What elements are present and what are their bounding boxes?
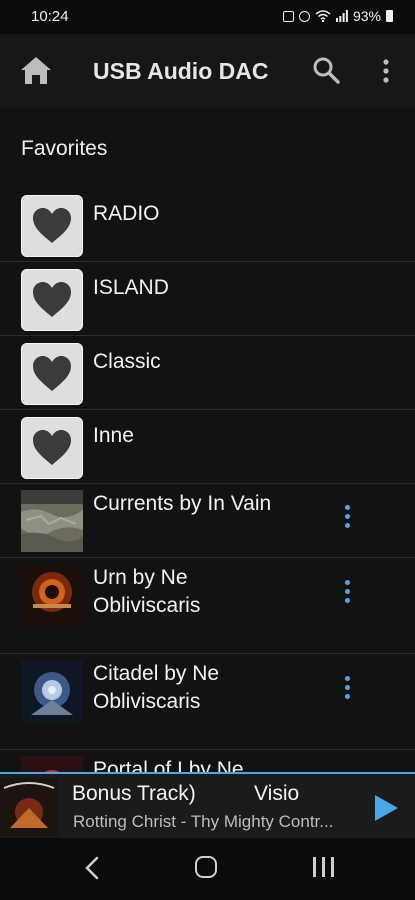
favorite-tile bbox=[21, 343, 83, 405]
app-bar: USB Audio DAC bbox=[0, 34, 415, 108]
favorite-label: RADIO bbox=[93, 202, 160, 225]
heart-icon bbox=[33, 208, 71, 243]
album-item-currents[interactable]: Currents by In Vain bbox=[0, 484, 415, 558]
more-vert-icon[interactable] bbox=[339, 505, 355, 531]
status-time: 10:24 bbox=[31, 8, 69, 25]
signal-icon bbox=[335, 10, 348, 22]
home-icon[interactable] bbox=[19, 54, 53, 88]
battery-icon bbox=[386, 10, 393, 22]
favorite-label: Classic bbox=[93, 350, 161, 373]
favorite-label: Inne bbox=[93, 424, 134, 447]
library-list: RADIO ISLAND Classic Inne Currents by In… bbox=[0, 188, 415, 846]
search-icon[interactable] bbox=[312, 56, 340, 84]
more-vert-icon[interactable] bbox=[339, 580, 355, 606]
album-title-line1: Citadel by Ne bbox=[93, 662, 220, 685]
more-vert-icon[interactable] bbox=[339, 676, 355, 702]
favorite-tile bbox=[21, 417, 83, 479]
wifi-icon bbox=[315, 10, 331, 22]
album-title: Urn by Ne Obliviscaris bbox=[93, 564, 200, 620]
home-nav-icon[interactable] bbox=[195, 856, 217, 878]
album-art-citadel bbox=[21, 660, 83, 722]
now-playing-subtitle: Rotting Christ - Thy Mighty Contr... bbox=[73, 812, 334, 831]
favorite-item-classic[interactable]: Classic bbox=[0, 336, 415, 410]
back-icon[interactable] bbox=[83, 856, 101, 880]
album-title-line1: Urn by Ne bbox=[93, 566, 188, 589]
app-title: USB Audio DAC bbox=[93, 58, 269, 84]
favorite-item-inne[interactable]: Inne bbox=[0, 410, 415, 484]
now-playing-title: Bonus Track) Visio bbox=[72, 782, 300, 805]
album-title: Currents by In Vain bbox=[93, 492, 272, 515]
system-nav-bar bbox=[0, 838, 415, 900]
section-title: Favorites bbox=[21, 137, 108, 160]
album-item-urn[interactable]: Urn by Ne Obliviscaris bbox=[0, 558, 415, 654]
album-title-line2: Obliviscaris bbox=[93, 594, 201, 617]
favorite-tile bbox=[21, 195, 83, 257]
favorite-item-island[interactable]: ISLAND bbox=[0, 262, 415, 336]
now-playing-art bbox=[0, 778, 58, 836]
album-title: Citadel by Ne Obliviscaris bbox=[93, 660, 219, 716]
now-playing-bar[interactable]: Bonus Track) Visio Rotting Christ - Thy … bbox=[0, 772, 415, 838]
recents-icon[interactable] bbox=[313, 857, 335, 877]
album-art-currents bbox=[21, 490, 83, 552]
album-item-citadel[interactable]: Citadel by Ne Obliviscaris bbox=[0, 654, 415, 750]
battery-percent: 93% bbox=[352, 8, 381, 24]
favorite-label: ISLAND bbox=[93, 276, 169, 299]
heart-icon bbox=[33, 430, 71, 465]
favorite-item-radio[interactable]: RADIO bbox=[0, 188, 415, 262]
lock-icon bbox=[282, 10, 294, 22]
status-icons: 93% bbox=[282, 8, 393, 24]
album-title-line2: Obliviscaris bbox=[93, 690, 201, 713]
alarm-icon bbox=[298, 10, 310, 22]
more-vert-icon[interactable] bbox=[378, 58, 394, 84]
heart-icon bbox=[33, 356, 71, 391]
status-bar: 10:24 93% bbox=[0, 0, 415, 34]
play-icon[interactable] bbox=[373, 794, 399, 822]
favorite-tile bbox=[21, 269, 83, 331]
heart-icon bbox=[33, 282, 71, 317]
album-art-urn bbox=[21, 564, 83, 626]
